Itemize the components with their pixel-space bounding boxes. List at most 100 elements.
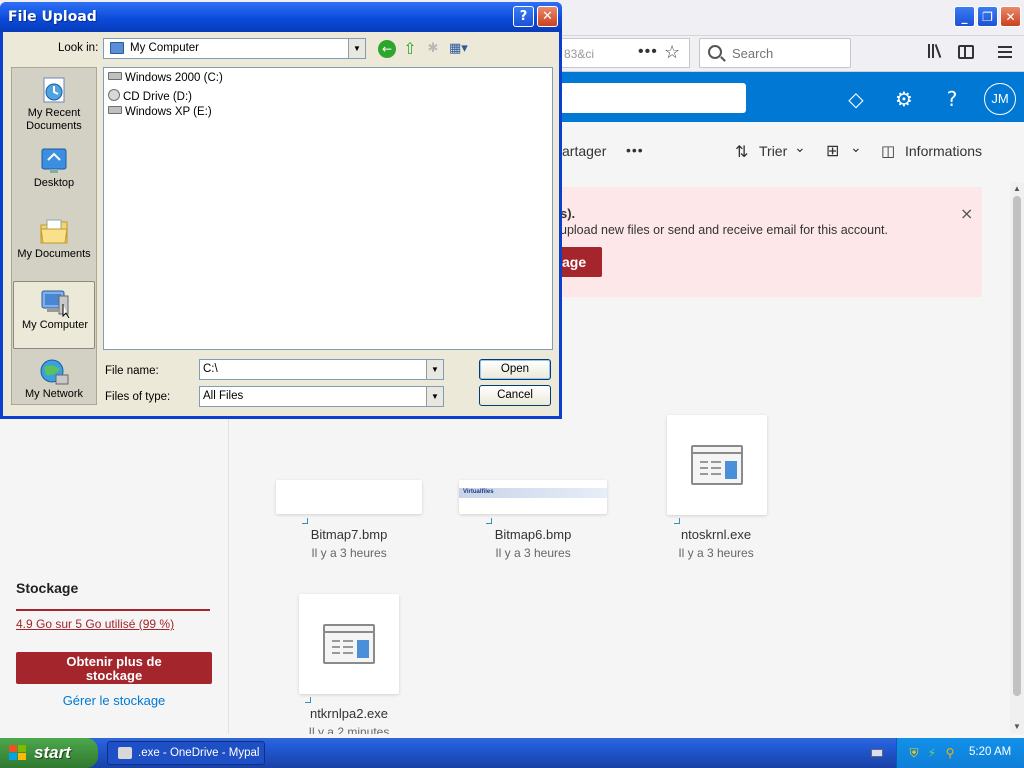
task-item-label: .exe - OneDrive - Mypal — [138, 747, 260, 759]
select-tick-icon — [302, 518, 308, 524]
place-my-network[interactable]: My Network — [13, 351, 95, 419]
hard-drive-icon — [108, 106, 122, 114]
info-pane-icon[interactable]: ◫ — [881, 142, 895, 160]
browser-search-box[interactable]: Search — [699, 38, 851, 68]
select-tick-icon — [674, 518, 680, 524]
sort-button[interactable]: Trier — [759, 143, 787, 159]
start-button[interactable]: start — [0, 738, 98, 768]
onedrive-search-box[interactable] — [560, 83, 746, 113]
file-date: Il y a 3 heures — [311, 546, 387, 560]
look-in-dropdown[interactable]: My Computer ▼ — [103, 38, 366, 59]
close-window-button[interactable]: ✕ — [1000, 6, 1021, 27]
settings-gear-icon[interactable]: ⚙ — [892, 87, 916, 111]
url-bar[interactable]: 83&ci ••• ☆ — [560, 38, 690, 68]
file-thumbnail-bitmap7[interactable] — [276, 480, 422, 514]
banner-close-icon[interactable]: × — [960, 204, 973, 223]
minimize-button[interactable]: _ — [954, 6, 975, 27]
cd-drive-icon — [108, 89, 120, 101]
search-placeholder: Search — [732, 46, 774, 61]
drive-item-e[interactable]: Windows XP (E:) — [108, 106, 212, 122]
file-thumbnail-bitmap6[interactable]: Virtualfiles — [459, 480, 607, 514]
storage-warning-banner: s). upload new files or send and receive… — [560, 187, 982, 297]
file-name[interactable]: ntkrnlpa2.exe — [269, 706, 429, 721]
drive-item-d[interactable]: CD Drive (D:) — [108, 89, 192, 105]
place-my-computer[interactable]: My Computer — [13, 281, 95, 349]
storage-used-link[interactable]: 4.9 Go sur 5 Go utilisé (99 %) — [16, 617, 174, 631]
get-more-line1: Obtenir plus de — [66, 654, 162, 669]
scroll-up-icon[interactable]: ▲ — [1010, 182, 1024, 196]
new-folder-icon[interactable]: ✱ — [424, 40, 442, 58]
grid-view-icon[interactable]: ⊞ — [826, 141, 839, 160]
scroll-down-icon[interactable]: ▼ — [1010, 720, 1024, 734]
sidebar-icon[interactable] — [958, 45, 974, 59]
place-label: Desktop — [33, 177, 75, 189]
restore-button[interactable]: ❐ — [977, 6, 998, 27]
file-thumbnail-ntkrnlpa2[interactable] — [299, 594, 399, 694]
cancel-button[interactable]: Cancel — [479, 385, 551, 406]
taskbar-item-browser[interactable]: .exe - OneDrive - Mypal — [107, 741, 265, 765]
file-name[interactable]: Bitmap7.bmp — [269, 527, 429, 542]
avatar[interactable]: JM — [984, 83, 1016, 115]
my-network-icon — [40, 359, 69, 385]
up-folder-icon[interactable]: ⇧ — [401, 40, 419, 58]
library-icon[interactable] — [926, 42, 946, 62]
file-name[interactable]: ntoskrnl.exe — [636, 527, 796, 542]
get-more-line2: stockage — [85, 668, 143, 683]
dropdown-arrow-icon[interactable]: ▼ — [348, 39, 365, 58]
place-my-documents[interactable]: My Documents — [13, 211, 95, 279]
informations-button[interactable]: Informations — [905, 143, 982, 159]
security-shield-icon[interactable]: ⛨ — [907, 746, 921, 760]
place-label: My Computer — [21, 319, 89, 331]
file-list[interactable]: Windows 2000 (C:) CD Drive (D:) Windows … — [103, 67, 553, 350]
desktop-icon — [41, 148, 67, 173]
view-menu-icon[interactable]: ▦▾ — [449, 40, 473, 58]
files-of-type-value: All Files — [203, 390, 244, 402]
back-arrow-icon[interactable]: ← — [378, 40, 396, 58]
my-computer-small-icon — [110, 42, 124, 54]
drive-label: Windows 2000 (C:) — [125, 72, 223, 84]
file-name[interactable]: Bitmap6.bmp — [453, 527, 613, 542]
premium-diamond-icon[interactable]: ◇ — [844, 87, 868, 111]
help-icon[interactable]: ? — [940, 87, 964, 111]
page-actions-icon[interactable]: ••• — [638, 43, 658, 61]
place-my-recent-documents[interactable]: My Recent Documents — [13, 70, 95, 138]
chevron-down-icon[interactable]: ⌄ — [794, 140, 806, 156]
dialog-close-button[interactable]: ✕ — [537, 6, 558, 27]
scrollbar-thumb[interactable] — [1013, 196, 1021, 696]
place-label-line2: Documents — [26, 120, 82, 132]
file-date: Il y a 3 heures — [495, 546, 571, 560]
drive-item-c[interactable]: Windows 2000 (C:) — [108, 72, 223, 88]
storage-title: Stockage — [16, 580, 79, 596]
file-thumbnail-ntoskrnl[interactable] — [667, 415, 767, 515]
file-upload-dialog: File Upload ? ✕ Look in: My Computer ▼ ←… — [0, 2, 562, 419]
place-label-line1: My Recent — [27, 107, 81, 119]
network-icon[interactable]: ⚡ — [925, 746, 939, 760]
page-scrollbar[interactable]: ▲ ▼ — [1010, 182, 1024, 734]
dialog-titlebar[interactable]: File Upload ? ✕ — [0, 2, 562, 32]
help-button[interactable]: ? — [513, 6, 534, 27]
keyboard-icon[interactable] — [871, 749, 883, 757]
dropdown-arrow-icon[interactable]: ▼ — [426, 387, 443, 406]
hamburger-menu-icon[interactable] — [996, 42, 1016, 62]
dropdown-arrow-icon[interactable]: ▼ — [426, 360, 443, 379]
drive-label: CD Drive (D:) — [123, 91, 192, 103]
sort-icon[interactable]: ⇅ — [735, 142, 748, 161]
file-name-input[interactable]: C:\ ▼ — [199, 359, 444, 380]
recent-documents-icon — [43, 77, 65, 103]
open-button[interactable]: Open — [479, 359, 551, 380]
file-date: Il y a 2 minutes — [308, 725, 390, 734]
files-of-type-select[interactable]: All Files ▼ — [199, 386, 444, 407]
more-actions-button[interactable]: ••• — [626, 142, 644, 158]
executable-file-icon — [323, 624, 375, 664]
search-tray-icon[interactable]: ⚲ — [943, 746, 957, 760]
manage-storage-link[interactable]: Gérer le stockage — [16, 693, 212, 708]
bookmark-star-icon[interactable]: ☆ — [664, 42, 680, 63]
banner-manage-storage-button[interactable]: age — [560, 247, 602, 277]
place-desktop[interactable]: Desktop — [13, 140, 95, 208]
executable-file-icon — [691, 445, 743, 485]
place-label: My Recent Documents — [13, 107, 95, 133]
file-date: Il y a 3 heures — [678, 546, 754, 560]
share-button[interactable]: artager — [562, 143, 606, 159]
chevron-down-icon[interactable]: ⌄ — [850, 140, 862, 156]
get-more-storage-button[interactable]: Obtenir plus de stockage — [16, 652, 212, 684]
